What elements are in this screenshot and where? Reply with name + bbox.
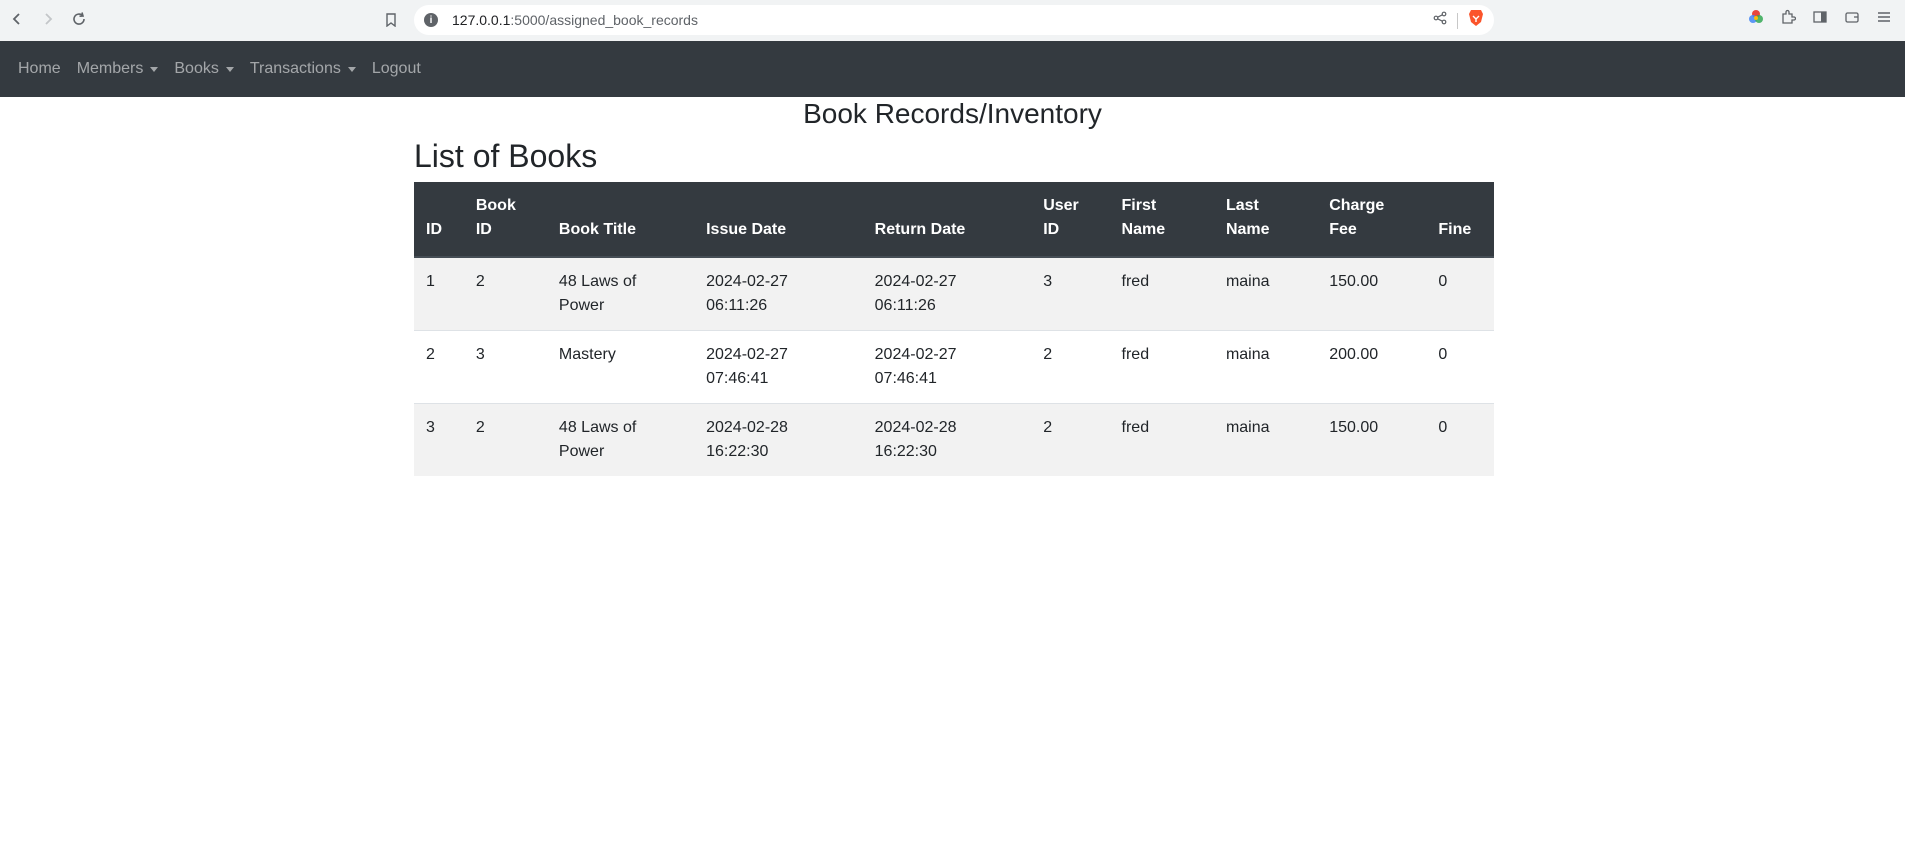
- column-header: Book Title: [546, 182, 695, 258]
- nav-home-link[interactable]: Home: [10, 52, 69, 86]
- nav-books-label: Books: [174, 60, 219, 77]
- forward-arrow-icon[interactable]: [36, 7, 60, 31]
- url-path: :5000/assigned_book_records: [510, 12, 698, 28]
- main-navbar: Home Members Books Transactions Logout: [0, 41, 1905, 97]
- list-heading: List of Books: [414, 138, 598, 174]
- url-separator: [1457, 12, 1458, 29]
- column-header: Last Name: [1213, 182, 1318, 258]
- bookmark-icon[interactable]: [380, 9, 402, 31]
- column-header: ID: [414, 182, 464, 258]
- table-cell: 150.00: [1317, 256, 1427, 331]
- column-header: Book ID: [463, 182, 547, 258]
- table-cell: 2: [1031, 403, 1110, 476]
- table-header-row: ID Book ID Book Title Issue Date Return Date…: [414, 182, 1494, 258]
- page-title: Book Records/Inventory: [803, 98, 1102, 129]
- table-body: 1 2 48 Laws of Power 2024-02-27 06:11:26 202…: [414, 256, 1494, 476]
- table-cell: 2024-02-27 07:46:41: [694, 330, 863, 404]
- column-header: Return Date: [862, 182, 1032, 258]
- table-cell: 3: [463, 330, 547, 404]
- column-header: Fine: [1426, 182, 1494, 258]
- table-cell: 0: [1426, 403, 1494, 476]
- url-host: 127.0.0.1: [452, 12, 511, 28]
- reload-icon[interactable]: [67, 7, 91, 31]
- table-cell: 48 Laws of Power: [546, 403, 695, 476]
- nav-transactions-dropdown[interactable]: Transactions: [242, 52, 364, 86]
- table-cell: fred: [1109, 403, 1214, 476]
- brave-lion-icon[interactable]: [1468, 9, 1484, 32]
- nav-home-label: Home: [18, 60, 61, 77]
- table-row: 1 2 48 Laws of Power 2024-02-27 06:11:26 202…: [414, 256, 1494, 331]
- table-cell: 150.00: [1317, 403, 1427, 476]
- table-cell: Mastery: [546, 330, 695, 404]
- share-icon[interactable]: [1433, 11, 1447, 30]
- browser-toolbar: i 127.0.0.1:5000/assigned_book_records: [0, 0, 1905, 41]
- nav-logout-label: Logout: [371, 60, 421, 77]
- sidebar-icon[interactable]: [1811, 8, 1829, 26]
- table-cell: 48 Laws of Power: [546, 256, 695, 331]
- column-header: Charge Fee: [1317, 182, 1427, 258]
- address-bar[interactable]: i 127.0.0.1:5000/assigned_book_records: [414, 5, 1494, 35]
- nav-logout-link[interactable]: Logout: [364, 52, 429, 86]
- table-cell: maina: [1213, 330, 1318, 404]
- nav-members-label: Members: [76, 60, 144, 77]
- table-cell: 0: [1426, 330, 1494, 404]
- table-cell: 3: [1031, 256, 1110, 331]
- table-cell: 2024-02-28 16:22:30: [862, 403, 1032, 476]
- table-cell: 2024-02-27 06:11:26: [694, 256, 863, 331]
- table-cell: 2024-02-27 07:46:41: [862, 330, 1032, 404]
- table-cell: 1: [414, 256, 464, 331]
- table-cell: 0: [1426, 256, 1494, 331]
- caret-down-icon: [225, 66, 234, 72]
- nav-transactions-label: Transactions: [249, 60, 341, 77]
- table-cell: 200.00: [1317, 330, 1427, 404]
- table-cell: maina: [1213, 403, 1318, 476]
- caret-down-icon: [150, 66, 159, 72]
- table-cell: 2: [414, 330, 464, 404]
- table-cell: fred: [1109, 256, 1214, 331]
- wallet-icon[interactable]: [1843, 8, 1861, 26]
- column-header: User ID: [1031, 182, 1110, 258]
- column-header: Issue Date: [694, 182, 863, 258]
- table-cell: 2: [1031, 330, 1110, 404]
- table-row: 2 3 Mastery 2024-02-27 07:46:41 2024-02-27 0…: [414, 330, 1494, 404]
- table-cell: 3: [414, 403, 464, 476]
- caret-down-icon: [347, 66, 356, 72]
- table-cell: 2: [463, 256, 547, 331]
- books-table: ID Book ID Book Title Issue Date Return Date…: [414, 182, 1494, 476]
- column-header: First Name: [1109, 182, 1214, 258]
- table-cell: 2024-02-28 16:22:30: [694, 403, 863, 476]
- nav-members-dropdown[interactable]: Members: [69, 52, 167, 86]
- rewards-icon[interactable]: [1747, 8, 1765, 26]
- table-cell: fred: [1109, 330, 1214, 404]
- site-info-icon[interactable]: i: [424, 13, 438, 27]
- content-container: List of Books ID Book ID Book Title Issue D…: [414, 138, 1494, 476]
- menu-icon[interactable]: [1875, 8, 1893, 26]
- table-row: 3 2 48 Laws of Power 2024-02-28 16:22:30 202…: [414, 403, 1494, 476]
- table-cell: 2024-02-27 06:11:26: [862, 256, 1032, 331]
- table-cell: maina: [1213, 256, 1318, 331]
- nav-books-dropdown[interactable]: Books: [166, 52, 241, 86]
- table-cell: 2: [463, 403, 547, 476]
- back-arrow-icon[interactable]: [5, 7, 29, 31]
- extensions-icon[interactable]: [1779, 8, 1797, 26]
